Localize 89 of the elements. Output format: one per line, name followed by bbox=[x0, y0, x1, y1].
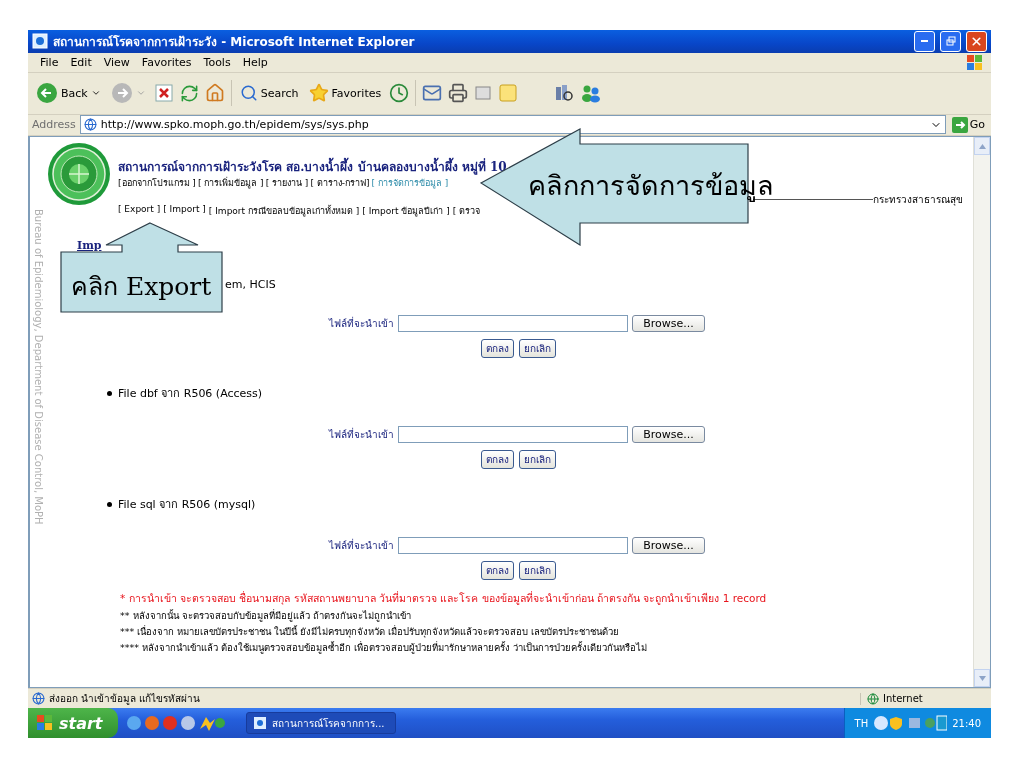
star-icon bbox=[308, 83, 329, 104]
back-button[interactable]: Back bbox=[34, 80, 103, 107]
callout-text: คลิก Export bbox=[71, 271, 212, 303]
bullet-icon bbox=[107, 390, 112, 396]
address-label: Address bbox=[32, 118, 76, 132]
section-title: File dbf จาก R506 (Access) bbox=[118, 386, 263, 403]
ok-button[interactable]: ตกลง bbox=[480, 450, 514, 470]
nav-link[interactable]: [ การเพิ่มข้อมูล ] bbox=[197, 176, 264, 191]
menu-item[interactable]: View bbox=[97, 55, 136, 69]
note-icon[interactable] bbox=[498, 83, 519, 104]
tray-icons-drawing[interactable] bbox=[873, 715, 948, 731]
cancel-button[interactable]: ยกเลิก bbox=[518, 561, 556, 581]
address-field[interactable]: http://www.spko.moph.go.th/epidem/sys/sys.php bbox=[79, 115, 946, 135]
section-title: em, HCIS bbox=[225, 278, 276, 292]
file-label: ไฟล์ที่จะนำเข้า bbox=[329, 427, 394, 443]
windows-flag-icon bbox=[36, 714, 54, 732]
file-label: ไฟล์ที่จะนำเข้า bbox=[329, 538, 394, 554]
nav-link[interactable]: [ การจัดการข้อมูล ] bbox=[371, 176, 449, 191]
browser-icon bbox=[32, 33, 48, 50]
note-text: ** หลังจากนั้น จะตรวจสอบกับข้อมูลที่มีอยู่แล้ว ถ้าตรงกันจะไม่ถูกนำเข้า bbox=[120, 608, 412, 624]
scroll-down-icon[interactable] bbox=[978, 675, 986, 681]
status-text: ส่งออก นำเข้าข้อมูล แก้ไขรหัสผ่าน bbox=[49, 692, 202, 707]
browse-button[interactable]: Browse... bbox=[632, 537, 705, 555]
maximize-button[interactable] bbox=[940, 30, 961, 52]
clock-text: 21:40 bbox=[952, 717, 981, 729]
refresh-icon[interactable] bbox=[179, 83, 199, 103]
scroll-up-icon[interactable] bbox=[978, 143, 986, 149]
restore-icon bbox=[945, 36, 956, 47]
cancel-button[interactable]: ยกเลิก bbox=[518, 339, 556, 359]
menu-item[interactable]: File bbox=[34, 55, 65, 69]
minimize-icon bbox=[921, 40, 928, 43]
subnav-link[interactable]: [ ตรวจ bbox=[452, 204, 481, 219]
file-field[interactable] bbox=[398, 315, 628, 333]
ok-button[interactable]: ตกลง bbox=[480, 339, 514, 359]
home-icon[interactable] bbox=[204, 83, 225, 104]
quick-launch-icons-drawing[interactable] bbox=[126, 714, 226, 732]
globe-icon bbox=[867, 692, 879, 705]
research-icon[interactable] bbox=[554, 83, 575, 104]
close-icon bbox=[970, 34, 983, 48]
menu-item[interactable]: Help bbox=[236, 55, 274, 69]
zone-label: Internet bbox=[883, 693, 923, 705]
nav-link[interactable]: [ออกจากโปรแกรม ] bbox=[118, 176, 196, 191]
nav-link[interactable]: [ ตาราง-กราฟ] bbox=[310, 176, 370, 191]
back-icon bbox=[36, 82, 58, 105]
section-title: File sql จาก R506 (mysql) bbox=[118, 497, 256, 514]
browser-icon bbox=[253, 716, 267, 730]
search-icon bbox=[239, 84, 258, 103]
browse-button[interactable]: Browse... bbox=[632, 315, 705, 333]
vertical-caption: Bureau of Epidemiology, Department of Disease Control, MoPH bbox=[33, 209, 44, 525]
ministry-name: กระทรวงสาธารณสุข bbox=[873, 193, 963, 208]
taskbar-window-button[interactable]: สถานการณ์โรคจากการ... bbox=[246, 712, 396, 734]
windows-flag-icon bbox=[965, 53, 985, 71]
history-icon[interactable] bbox=[389, 83, 410, 104]
callout-text: คลิกการจัดการข้อมูล bbox=[528, 169, 774, 204]
bullet-icon bbox=[107, 501, 112, 507]
scrollbar[interactable] bbox=[973, 137, 990, 688]
note-text: *** เนื่องจาก หมายเลขบัตรประชาชน ในปีนี้ ยังมีไม่ครบทุกจังหวัด เมื่อปรับทุกจังหวัดแล้วจะตรวจสอบ เลขบัตรประชาชนด้วย bbox=[120, 624, 621, 640]
minimize-button[interactable] bbox=[914, 30, 935, 52]
nav-link[interactable]: [ รายงาน ] bbox=[265, 176, 309, 191]
page-icon bbox=[83, 118, 97, 132]
favorites-button[interactable]: Favorites bbox=[306, 81, 384, 106]
note-text: * การนำเข้า จะตรวจสอบ ชื่อนามสกุล รหัสสถานพยาบาล วันที่มาตรวจ และโรค ของข้อมูลที่จะนำเข้าก่อน ถ้าตรงกัน จะถูกนำเข้าเพียง 1 record bbox=[120, 590, 768, 607]
messenger-icon[interactable] bbox=[580, 83, 603, 104]
file-field[interactable] bbox=[398, 537, 628, 555]
go-button[interactable]: Go bbox=[949, 116, 987, 133]
subnav-link[interactable]: [ Export ] bbox=[118, 204, 161, 219]
file-field[interactable] bbox=[398, 426, 628, 444]
section-link[interactable]: Imp bbox=[77, 240, 102, 253]
browse-button[interactable]: Browse... bbox=[632, 426, 705, 444]
mail-icon[interactable] bbox=[422, 83, 443, 104]
stop-icon[interactable] bbox=[153, 83, 174, 104]
close-button[interactable] bbox=[966, 30, 987, 52]
page-icon bbox=[32, 692, 45, 706]
menu-item[interactable]: Edit bbox=[64, 55, 98, 69]
menu-item[interactable]: Favorites bbox=[135, 55, 198, 69]
edit-icon[interactable] bbox=[474, 84, 493, 103]
window-title: สถานการณ์โรคจากการเฝ้าระวัง - Microsoft Internet Explorer bbox=[53, 33, 416, 51]
file-label: ไฟล์ที่จะนำเข้า bbox=[329, 316, 394, 332]
language-indicator[interactable]: TH bbox=[854, 717, 869, 729]
subnav-link[interactable]: [ Import ข้อมูลปีเก่า ] bbox=[362, 204, 450, 219]
menu-item[interactable]: Tools bbox=[197, 55, 237, 69]
cancel-button[interactable]: ยกเลิก bbox=[518, 450, 556, 470]
subnav-link[interactable]: [ Import กรณีขอลบข้อมูลเก่าทั้งหมด ] bbox=[208, 204, 360, 219]
note-text: **** หลังจากนำเข้าแล้ว ต้องใช้เมนูตรวจสอบข้อมูลซ้ำอีก เพื่อตรวจสอบผู้ป่วยที่มารักษาหลายครั้ง ว่าเป็นการป่วยครั้งเดียวกันหรือไม่ bbox=[120, 640, 649, 656]
forward-icon bbox=[110, 82, 133, 105]
search-button[interactable]: Search bbox=[237, 82, 301, 105]
print-icon[interactable] bbox=[448, 83, 469, 104]
subnav-link[interactable]: [ Import ] bbox=[163, 204, 206, 219]
ok-button[interactable]: ตกลง bbox=[480, 561, 514, 581]
